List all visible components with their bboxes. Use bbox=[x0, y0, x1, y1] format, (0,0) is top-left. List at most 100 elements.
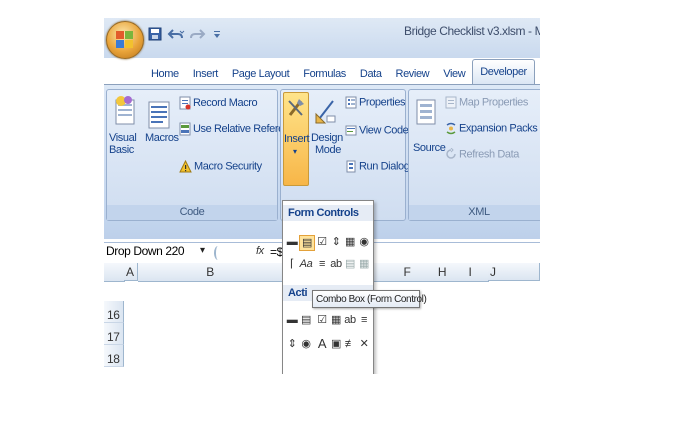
code-group: Visual Basic Macros Record Macro Use Rel… bbox=[106, 89, 306, 221]
tab-view[interactable]: View bbox=[436, 64, 472, 84]
properties-label: Properties bbox=[359, 96, 406, 109]
design-mode-label-line1: Design bbox=[311, 132, 343, 144]
expansion-packs-label: Expansion Packs bbox=[459, 122, 538, 135]
option-button-control-icon[interactable]: ◉ bbox=[357, 235, 371, 249]
activex-command-button-icon[interactable]: ▬ bbox=[285, 313, 299, 327]
design-mode-icon bbox=[315, 100, 336, 124]
view-code-label: View Code bbox=[359, 124, 409, 137]
activex-check-box-icon[interactable]: ☑ bbox=[315, 313, 329, 327]
tab-review[interactable]: Review bbox=[389, 64, 437, 84]
column-header-f[interactable]: F bbox=[382, 263, 433, 282]
xml-group-label: XML bbox=[409, 205, 540, 220]
visual-basic-label-line1: Visual bbox=[109, 132, 137, 144]
properties-button[interactable]: Properties bbox=[345, 96, 406, 109]
scroll-bar-control-icon[interactable]: ≡ bbox=[315, 257, 329, 271]
activex-option-button-icon[interactable]: ◉ bbox=[299, 337, 313, 351]
macros-button[interactable]: Macros bbox=[145, 132, 179, 144]
tab-developer[interactable]: Developer bbox=[472, 59, 535, 84]
source-button[interactable]: Source bbox=[413, 142, 446, 154]
view-code-icon bbox=[345, 125, 357, 136]
spin-button-control-icon[interactable]: ⇕ bbox=[329, 235, 343, 249]
tab-formulas[interactable]: Formulas bbox=[296, 64, 353, 84]
row-header-17[interactable]: 17 bbox=[104, 323, 124, 345]
map-properties-icon bbox=[445, 96, 457, 109]
window-title: Bridge Checklist v3.xlsm - Microso bbox=[404, 24, 540, 38]
button-control-icon[interactable]: ▬ bbox=[285, 235, 299, 249]
column-header-h[interactable]: H bbox=[432, 263, 453, 282]
insert-label: Insert bbox=[284, 133, 310, 145]
row-header-16[interactable]: 16 bbox=[104, 301, 124, 323]
map-properties-label: Map Properties bbox=[459, 96, 528, 109]
tab-home[interactable]: Home bbox=[144, 64, 186, 84]
customize-qat-icon[interactable] bbox=[213, 27, 221, 41]
tab-insert[interactable]: Insert bbox=[186, 64, 225, 84]
activex-image-icon[interactable]: ▣ bbox=[329, 337, 343, 351]
activex-combo-box-icon[interactable]: ▤ bbox=[299, 313, 313, 327]
column-header-j[interactable]: J bbox=[488, 263, 540, 281]
map-properties-button[interactable]: Map Properties bbox=[445, 96, 528, 109]
group-box-control-icon[interactable]: ⌈ bbox=[285, 257, 299, 271]
formula-bar-divider bbox=[214, 246, 222, 260]
insert-control-button[interactable]: Insert ▾ bbox=[283, 92, 310, 186]
combo-list-edit-control-icon[interactable]: ▤ bbox=[343, 257, 357, 271]
column-header-a[interactable]: A bbox=[124, 263, 138, 281]
label-control-icon[interactable]: Aa bbox=[299, 257, 313, 271]
more-controls-icon[interactable]: ✕ bbox=[357, 337, 371, 351]
design-mode-button[interactable]: Design Mode bbox=[311, 132, 343, 156]
macro-security-button[interactable]: Macro Security bbox=[179, 160, 262, 173]
quick-access-toolbar bbox=[148, 26, 221, 42]
design-mode-label-line2: Mode bbox=[315, 144, 341, 156]
column-header-i[interactable]: I bbox=[452, 263, 489, 282]
redo-icon[interactable] bbox=[190, 27, 208, 41]
refresh-data-label: Refresh Data bbox=[459, 148, 520, 161]
run-dialog-icon bbox=[346, 160, 356, 173]
insert-dropdown-arrow: ▾ bbox=[293, 147, 297, 156]
xml-group: Source Map Properties Expansion Packs Re… bbox=[408, 89, 540, 221]
combo-box-control-icon[interactable]: ▤ bbox=[299, 235, 315, 251]
tab-page-layout[interactable]: Page Layout bbox=[225, 64, 296, 84]
save-icon[interactable] bbox=[148, 27, 162, 41]
form-controls-header: Form Controls bbox=[283, 205, 373, 221]
activex-label-icon[interactable]: A bbox=[315, 337, 329, 351]
code-group-label: Code bbox=[107, 205, 277, 220]
record-macro-button[interactable]: Record Macro bbox=[179, 96, 258, 110]
insert-tools-icon bbox=[288, 99, 304, 116]
visual-basic-button[interactable]: Visual Basic bbox=[109, 132, 137, 156]
select-all-corner[interactable] bbox=[104, 263, 125, 282]
macro-security-label: Macro Security bbox=[194, 160, 262, 173]
check-box-control-icon[interactable]: ☑ bbox=[315, 235, 329, 249]
function-icon[interactable]: fx bbox=[256, 245, 264, 257]
run-dialog-button[interactable]: Run Dialog bbox=[345, 160, 410, 173]
office-logo-icon bbox=[116, 31, 134, 49]
column-header-b[interactable]: B bbox=[138, 263, 283, 282]
tab-data[interactable]: Data bbox=[353, 64, 389, 84]
visual-basic-icon bbox=[115, 96, 135, 125]
refresh-icon bbox=[446, 148, 456, 159]
name-box[interactable]: Drop Down 220 bbox=[106, 244, 206, 260]
text-field-control-icon[interactable]: ab bbox=[329, 257, 343, 271]
list-box-control-icon[interactable]: ▦ bbox=[343, 235, 357, 249]
relative-references-icon bbox=[179, 122, 191, 136]
refresh-data-button[interactable]: Refresh Data bbox=[445, 148, 519, 161]
activex-spin-button-icon[interactable]: ⇕ bbox=[285, 337, 299, 351]
record-macro-label: Record Macro bbox=[193, 96, 258, 109]
run-dialog-label: Run Dialog bbox=[359, 160, 410, 173]
combo-drop-down-edit-control-icon[interactable]: ▦ bbox=[357, 257, 371, 271]
view-code-button[interactable]: View Code bbox=[345, 124, 409, 137]
source-icon bbox=[416, 99, 436, 125]
properties-icon bbox=[345, 96, 357, 109]
warning-icon bbox=[179, 160, 192, 173]
excel-window: Bridge Checklist v3.xlsm - Microso Home … bbox=[104, 18, 540, 374]
row-header-18[interactable]: 18 bbox=[104, 345, 124, 367]
expansion-packs-button[interactable]: Expansion Packs bbox=[445, 122, 538, 135]
activex-list-box-icon[interactable]: ▦ bbox=[329, 313, 343, 327]
name-box-dropdown-icon[interactable]: ▾ bbox=[200, 245, 205, 256]
combo-box-tooltip: Combo Box (Form Control) bbox=[312, 290, 427, 308]
record-macro-icon bbox=[179, 96, 191, 110]
office-button[interactable] bbox=[106, 21, 144, 59]
activex-scroll-bar-icon[interactable]: ≡ bbox=[357, 313, 371, 327]
activex-text-box-icon[interactable]: ab bbox=[343, 313, 357, 327]
insert-controls-menu: Form Controls ▬ ▤ ☑ ⇕ ▦ ◉ ⌈ Aa ≡ ab ▤ ▦ … bbox=[282, 200, 374, 374]
activex-toggle-button-icon[interactable]: ≢ bbox=[343, 337, 357, 351]
undo-icon[interactable] bbox=[167, 27, 185, 41]
